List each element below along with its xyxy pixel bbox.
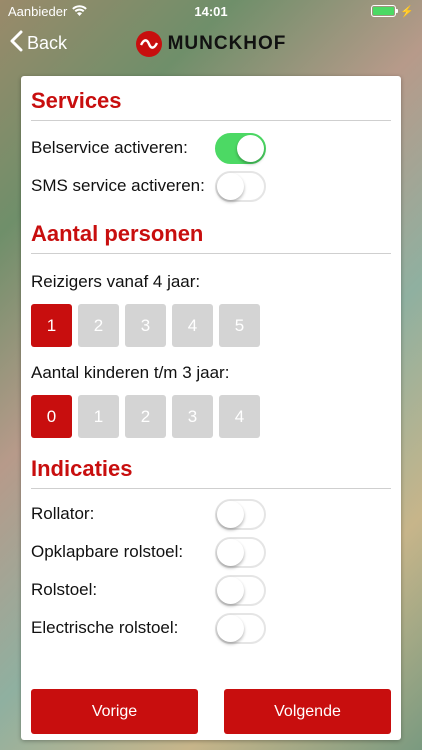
next-button[interactable]: Volgende — [224, 689, 391, 734]
children-label: Aantal kinderen t/m 3 jaar: — [31, 363, 230, 382]
wheelchair-toggle[interactable] — [215, 574, 266, 606]
services-title: Services — [31, 76, 391, 121]
indications-list: Rollator: Opklapbare rolstoel: Rolstoel:… — [31, 495, 391, 647]
travelers-selector: 1 2 3 4 5 — [31, 304, 391, 347]
logo: MUNCKHOF — [135, 31, 287, 57]
travelers-option[interactable]: 3 — [125, 304, 166, 347]
children-option[interactable]: 3 — [172, 395, 213, 438]
logo-mark-icon — [135, 31, 162, 57]
indication-row-foldable-wheelchair: Opklapbare rolstoel: — [31, 533, 391, 571]
carrier-label: Aanbieder — [8, 3, 68, 19]
children-selector: 0 1 2 3 4 — [31, 395, 391, 438]
chevron-left-icon — [10, 30, 23, 57]
travelers-option[interactable]: 5 — [219, 304, 260, 347]
children-option[interactable]: 4 — [219, 395, 260, 438]
sms-service-toggle[interactable] — [215, 170, 266, 202]
electric-wheelchair-toggle[interactable] — [215, 612, 266, 644]
children-option[interactable]: 1 — [78, 395, 119, 438]
travelers-option[interactable]: 2 — [78, 304, 119, 347]
indications-title: Indicaties — [31, 444, 391, 489]
children-option[interactable]: 0 — [31, 395, 72, 438]
indication-label: Rolstoel: — [31, 580, 98, 599]
logo-text: MUNCKHOF — [167, 33, 287, 54]
back-label: Back — [27, 33, 68, 53]
indication-row-wheelchair: Rolstoel: — [31, 571, 391, 609]
charging-bolt-icon: ⚡ — [400, 5, 414, 18]
foldable-wheelchair-toggle[interactable] — [215, 536, 266, 568]
indication-label: Rollator: — [31, 504, 95, 523]
indication-label: Opklapbare rolstoel: — [31, 542, 184, 561]
belservice-toggle[interactable] — [215, 132, 266, 164]
status-right: ⚡ — [371, 5, 414, 18]
service-row-belservice: Belservice activeren: — [31, 129, 391, 167]
travelers-option[interactable]: 1 — [31, 304, 72, 347]
status-left: Aanbieder — [8, 3, 88, 19]
service-row-sms: SMS service activeren: — [31, 167, 391, 205]
back-button[interactable]: Back — [10, 30, 67, 57]
persons-title: Aantal personen — [31, 209, 391, 254]
service-label: SMS service activeren: — [31, 176, 205, 195]
rollator-toggle[interactable] — [215, 498, 266, 530]
footer: Vorige Volgende — [31, 689, 391, 734]
service-label: Belservice activeren: — [31, 138, 188, 157]
indication-row-electric-wheelchair: Electrische rolstoel: — [31, 609, 391, 647]
indication-label: Electrische rolstoel: — [31, 618, 179, 637]
form-card: Services Belservice activeren: SMS servi… — [21, 76, 401, 740]
indication-row-rollator: Rollator: — [31, 495, 391, 533]
children-option[interactable]: 2 — [125, 395, 166, 438]
services-list: Belservice activeren: SMS service active… — [31, 129, 391, 205]
travelers-option[interactable]: 4 — [172, 304, 213, 347]
nav-bar: Back MUNCKHOF — [0, 22, 422, 66]
battery-icon — [371, 5, 399, 17]
wifi-icon — [72, 4, 88, 19]
status-time: 14:01 — [194, 3, 228, 19]
travelers-label: Reizigers vanaf 4 jaar: — [31, 272, 201, 291]
previous-button[interactable]: Vorige — [31, 689, 198, 734]
status-bar: Aanbieder 14:01 ⚡ — [0, 0, 422, 22]
